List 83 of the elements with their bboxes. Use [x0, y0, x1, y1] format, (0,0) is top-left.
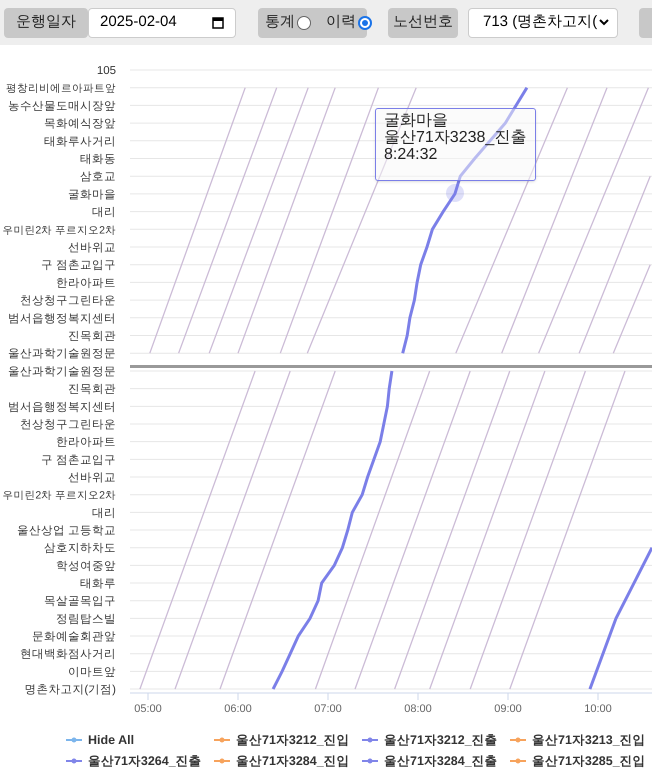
time-label: 06:00 [224, 703, 252, 715]
trip-line[interactable] [149, 87, 246, 354]
stop-label: 천상청구그린타운 [20, 295, 116, 308]
stop-label: 한라아파트 [56, 436, 116, 449]
trip-line[interactable] [509, 370, 626, 690]
tooltip-text: 8:24:32 [384, 146, 438, 163]
legend-item[interactable]: 울산71자3284_진출 [362, 752, 510, 770]
stop-label: 학성여중앞 [56, 560, 116, 572]
stop-label: 범서읍행정복지센터 [8, 312, 116, 325]
stop-label: 목살골목입구 [44, 596, 116, 608]
time-label: 09:00 [494, 703, 522, 715]
time-label: 07:00 [314, 703, 342, 715]
stop-label: 대리 [92, 507, 116, 520]
time-label: 08:00 [404, 703, 432, 715]
stop-label: 문화예술회관앞 [32, 631, 116, 644]
tooltip-text: 굴화마을 [384, 112, 449, 129]
trip-line[interactable] [314, 370, 430, 690]
stop-label: 태화동 [80, 154, 116, 166]
stop-label: 태화루 [80, 578, 116, 590]
date-label: 운행일자 [4, 8, 88, 38]
route-select[interactable]: 713 (명촌차고지( [468, 8, 618, 38]
stop-label: 구 점촌교입구 [40, 454, 116, 466]
legend-item[interactable]: 울산71자3212_진입 [214, 731, 362, 750]
trip-line[interactable] [139, 370, 256, 690]
radio-button[interactable] [297, 16, 311, 30]
trip-line[interactable] [588, 547, 652, 690]
option-label: 이력 [326, 12, 356, 32]
time-label: 10:00 [584, 703, 612, 715]
radio-button[interactable] [358, 16, 372, 30]
time-label: 05:00 [134, 703, 162, 715]
option-label: 통계 [265, 12, 295, 32]
stop-label: 삼호교 [80, 171, 116, 184]
trip-line[interactable] [208, 87, 309, 354]
date-field[interactable]: 2025-02-04 [88, 8, 236, 38]
legend-item[interactable]: Hide All [66, 731, 214, 750]
trip-line[interactable] [174, 370, 291, 690]
trip-line[interactable] [237, 87, 336, 354]
trip-line[interactable] [470, 370, 586, 690]
legend-item[interactable]: 울산71자3213_진입 [510, 731, 652, 750]
stop-label: 진목회관 [68, 330, 116, 342]
stop-label: 현대백화점사거리 [20, 648, 116, 661]
stop-label: 울산과학기술원정문 [8, 348, 116, 360]
stop-label: 울산과학기술원정문 [8, 366, 116, 378]
legend-item[interactable]: 울산71자3285_진입 [510, 752, 652, 770]
route-label: 노선번호 [388, 8, 458, 38]
stop-label: 선바위교 [68, 472, 116, 484]
trip-line[interactable] [219, 370, 336, 690]
trip-line[interactable] [538, 87, 649, 354]
trip-line[interactable] [280, 87, 379, 354]
trip-line[interactable] [429, 370, 546, 690]
stop-label: 우미린2차 푸르지오2차 [2, 490, 116, 502]
stop-label: 삼호지하차도 [44, 542, 116, 555]
stop-label: 범서읍행정복지센터 [8, 401, 116, 414]
stop-label: 굴화마을 [68, 188, 116, 201]
stop-label: 정림탑스빌 [56, 613, 116, 626]
stop-label: 목화예식장앞 [44, 118, 116, 130]
stop-label: 대리 [92, 206, 116, 219]
trip-line[interactable] [394, 370, 510, 690]
trip-line[interactable] [354, 370, 471, 690]
stop-label: 농수산물도매시장앞 [8, 100, 116, 112]
trip-line[interactable] [178, 87, 278, 354]
trip-line[interactable] [612, 264, 651, 354]
chevron-down-icon [599, 19, 609, 26]
stop-label: 구 점촌교입구 [40, 260, 116, 272]
trip-line[interactable] [578, 176, 651, 354]
stop-label: 한라아파트 [56, 277, 116, 290]
stop-label: 울산상업 고등학교 [16, 525, 116, 538]
calendar-icon [212, 16, 224, 29]
legend-item[interactable]: 울산71자3212_진출 [362, 731, 510, 750]
stop-label: 명촌차고지(기점) [24, 684, 116, 696]
legend-item[interactable]: 울산71자3284_진입 [214, 752, 362, 770]
stop-label: 105 [96, 65, 116, 77]
stop-label: 태화루사거리 [44, 136, 116, 148]
legend-item[interactable]: 울산71자3264_진출 [66, 752, 214, 770]
trip-line[interactable] [272, 370, 394, 690]
hover-marker [446, 184, 464, 202]
stop-label: 이마트앞 [68, 666, 116, 678]
stop-label: 선바위교 [68, 242, 116, 254]
tooltip-text: 울산71자3238_진출 [384, 129, 527, 146]
stop-label: 진목회관 [68, 384, 116, 396]
stop-label: 평창리비에르아파트앞 [6, 82, 116, 95]
stop-label: 우미린2차 푸르지오2차 [2, 224, 116, 236]
stop-label: 천상청구그린타운 [20, 419, 116, 431]
